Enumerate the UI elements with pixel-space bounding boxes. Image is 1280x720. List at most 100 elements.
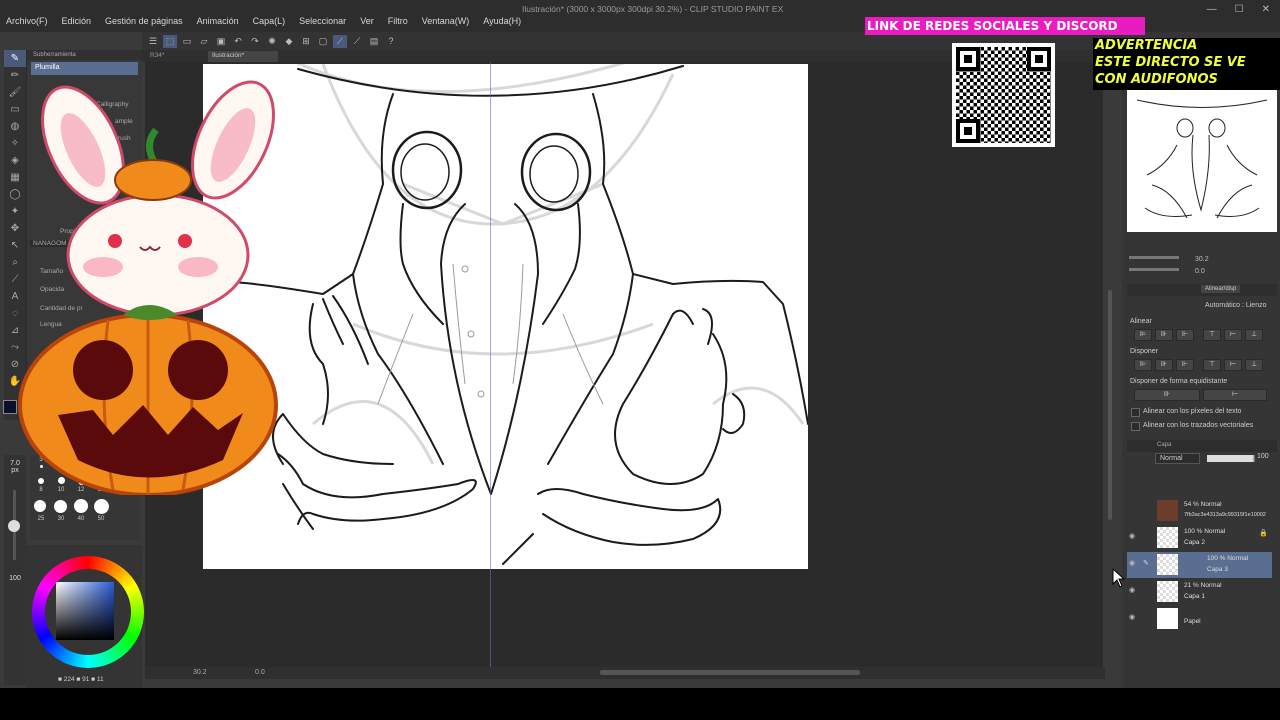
distribute-bottom-icon[interactable]: ⊥: [1245, 359, 1263, 371]
layer-row[interactable]: ◉ 100 % Normal Capa 2 🔒: [1127, 525, 1272, 551]
distribute-center-icon[interactable]: ⊪: [1155, 359, 1173, 371]
transform-icon[interactable]: ⊞: [299, 35, 313, 48]
align-right-icon[interactable]: ⊩: [1176, 329, 1194, 341]
maximize-icon[interactable]: ☐: [1235, 4, 1244, 15]
size-slider-handle[interactable]: [8, 520, 20, 532]
vertical-guide-line[interactable]: [490, 62, 491, 667]
align-top-icon[interactable]: ⊤: [1203, 329, 1221, 341]
tab-r34[interactable]: R34*: [146, 51, 168, 62]
snap-ruler-icon[interactable]: ⟋: [333, 34, 347, 48]
tab-ilustracion[interactable]: Ilustración*: [208, 51, 278, 62]
align-vector-paths-checkbox[interactable]: [1131, 422, 1140, 431]
menu-animacion[interactable]: Animación: [197, 16, 239, 26]
menu-edicion[interactable]: Edición: [62, 16, 92, 26]
selection-tool-icon[interactable]: ⬚: [163, 34, 177, 48]
tab-align[interactable]: Alinear/disp: [1201, 285, 1241, 293]
equidistant-horizontal-icon[interactable]: ⊪: [1134, 389, 1200, 401]
drawing-canvas[interactable]: [203, 64, 808, 569]
brush-dot[interactable]: [34, 500, 46, 512]
color-values: ■ 224 ■ 91 ■ 11: [58, 676, 104, 683]
menu-capa[interactable]: Capa(L): [253, 16, 286, 26]
vertical-scrollbar[interactable]: [1108, 290, 1112, 520]
subtool-header: Subherramienta: [27, 50, 142, 60]
navigator-thumbnail: [1136, 99, 1268, 219]
distribute-middle-icon[interactable]: ⊢: [1224, 359, 1242, 371]
layer-row[interactable]: ◉ Papel: [1127, 606, 1272, 632]
equidistant-vertical-icon[interactable]: ⊢: [1203, 389, 1267, 401]
minimize-icon[interactable]: —: [1207, 4, 1217, 15]
eye-icon[interactable]: ◉: [1129, 559, 1135, 567]
align-text-pixels-label: Alinear con los píxeles del texto: [1143, 408, 1242, 415]
opacity-value: 100: [9, 575, 21, 582]
redo-icon[interactable]: ↷: [248, 35, 262, 48]
align-bottom-icon[interactable]: ⊥: [1245, 329, 1263, 341]
zoom-slider[interactable]: [1129, 256, 1179, 259]
brush-size-40[interactable]: 40: [71, 516, 91, 522]
saturation-value-square[interactable]: [56, 582, 114, 640]
layer-row[interactable]: 54 % Normal 7fb3ac3e4313a9c99315f1e10002: [1127, 498, 1272, 524]
brush-dot[interactable]: [74, 499, 88, 513]
navigator-preview[interactable]: [1127, 90, 1277, 232]
horizontal-scrollbar[interactable]: [600, 670, 860, 675]
align-mode[interactable]: Automático : Lienzo: [1205, 302, 1266, 309]
eye-icon[interactable]: ◉: [1129, 613, 1135, 621]
menu-archivo[interactable]: Archivo(F): [6, 16, 48, 26]
distribute-top-icon[interactable]: ⊤: [1203, 359, 1221, 371]
layer-mode: 100 % Normal: [1207, 555, 1249, 562]
layer-row-selected[interactable]: ◉ ✎ 100 % Normal Capa 3: [1127, 552, 1272, 578]
menu-ayuda[interactable]: Ayuda(H): [483, 16, 521, 26]
undo-icon[interactable]: ↶: [231, 35, 245, 48]
new-file-icon[interactable]: ▭: [180, 35, 194, 48]
pages-icon[interactable]: ▤: [367, 35, 381, 48]
menu-ventana[interactable]: Ventana(W): [422, 16, 470, 26]
rotation-angle[interactable]: 0.0: [255, 669, 265, 676]
plague-doctor-sketch: [232, 64, 808, 565]
brush-dot[interactable]: [54, 500, 67, 513]
align-center-icon[interactable]: ⊪: [1155, 329, 1173, 341]
brush-size-50[interactable]: 50: [91, 516, 111, 522]
layer-name: 7fb3ac3e4313a9c99315f1e10002: [1184, 512, 1266, 518]
cursor-icon: [1112, 568, 1126, 588]
brush-size-25[interactable]: 25: [31, 516, 51, 522]
align-left-icon[interactable]: ⊫: [1134, 329, 1152, 341]
rotate-slider[interactable]: [1129, 268, 1179, 271]
warning-line: ESTE DIRECTO SE VE: [1095, 55, 1246, 70]
main-color-swatch[interactable]: [3, 400, 17, 414]
open-icon[interactable]: ▱: [197, 35, 211, 48]
align-text-pixels-checkbox[interactable]: [1131, 408, 1140, 417]
help-icon[interactable]: ?: [384, 35, 398, 48]
layer-opacity-value[interactable]: 100: [1257, 453, 1269, 460]
save-icon[interactable]: ▣: [214, 35, 228, 48]
snap-grid-icon[interactable]: ⟋: [350, 35, 364, 48]
layer-name: Papel: [1184, 618, 1201, 625]
menu-gestion-paginas[interactable]: Gestión de páginas: [105, 16, 183, 26]
close-icon[interactable]: ✕: [1262, 4, 1270, 15]
tab-layer[interactable]: Capa: [1157, 442, 1171, 448]
qr-code: [952, 43, 1055, 147]
clear-icon[interactable]: ▢: [316, 35, 330, 48]
distribute-left-icon[interactable]: ⊫: [1134, 359, 1152, 371]
qr-pattern: [956, 47, 1051, 143]
spinner-icon[interactable]: ✺: [265, 35, 279, 48]
distribute-right-icon[interactable]: ⊩: [1176, 359, 1194, 371]
menu-ver[interactable]: Ver: [360, 16, 374, 26]
layer-row[interactable]: ◉ 21 % Normal Capa 1: [1127, 579, 1272, 605]
subtool-plumilla[interactable]: Plumilla: [31, 62, 138, 75]
lock-icon[interactable]: 🔒: [1259, 529, 1268, 537]
align-middle-icon[interactable]: ⊢: [1224, 329, 1242, 341]
menu-filtro[interactable]: Filtro: [388, 16, 408, 26]
menu-seleccionar[interactable]: Seleccionar: [299, 16, 346, 26]
eye-icon[interactable]: ◉: [1129, 532, 1135, 540]
pen-icon[interactable]: ✎: [4, 50, 26, 67]
eye-icon[interactable]: ◉: [1129, 586, 1135, 594]
blend-mode-select[interactable]: Normal: [1155, 453, 1200, 464]
menu-icon[interactable]: ☰: [146, 35, 160, 48]
navigator-zoom[interactable]: 30.2: [1195, 256, 1209, 263]
brush-size-30[interactable]: 30: [51, 516, 71, 522]
navigator-angle[interactable]: 0.0: [1195, 268, 1205, 275]
layer-opacity-slider[interactable]: [1207, 455, 1255, 462]
fill-icon[interactable]: ◆: [282, 35, 296, 48]
brush-dot[interactable]: [94, 499, 109, 514]
zoom-level[interactable]: 30.2: [193, 669, 207, 676]
layer-mode: 100 % Normal: [1184, 528, 1226, 535]
